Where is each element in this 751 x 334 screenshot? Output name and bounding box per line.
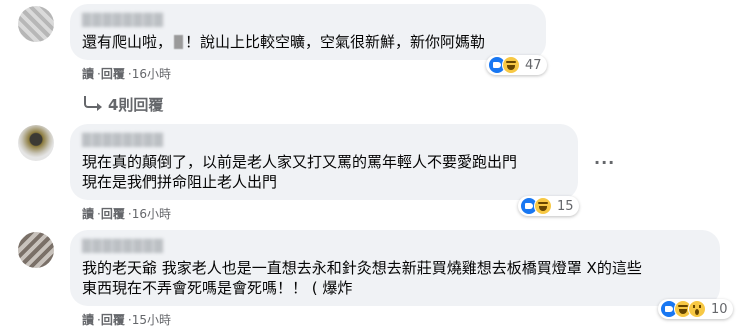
timestamp[interactable]: 16小時 (132, 67, 171, 81)
reply-button[interactable]: 回覆 (101, 313, 125, 327)
more-options-icon[interactable]: ··· (594, 153, 615, 172)
reaction-summary[interactable]: 15 (518, 196, 579, 216)
read-button[interactable]: 讀 (82, 313, 94, 327)
avatar[interactable] (18, 6, 54, 42)
wow-icon (688, 300, 706, 318)
reaction-count: 47 (525, 57, 542, 73)
author-name[interactable]: ████████ (82, 132, 566, 148)
redacted-mark (174, 35, 184, 49)
comment-bubble: ████████ 我的老天爺 我家老人也是一直想去永和針灸想去新莊買燒雞想去板橋… (70, 230, 720, 306)
view-replies-link[interactable]: 4則回覆 (84, 94, 163, 115)
timestamp[interactable]: 16小時 (132, 207, 171, 221)
haha-icon (534, 197, 552, 215)
comment-actions: 讀 ·回覆 ·16小時 (82, 66, 171, 82)
read-button[interactable]: 讀 (82, 67, 94, 81)
author-name[interactable]: ████████ (82, 12, 534, 28)
reply-button[interactable]: 回覆 (101, 207, 125, 221)
comment-text: 我的老天爺 我家老人也是一直想去永和針灸想去新莊買燒雞想去板橋買燈罩 X的這些 … (82, 259, 642, 297)
comment-bubble: ████████ 現在真的顛倒了，以前是老人家又打又罵的罵年輕人不要愛跑出門 現… (70, 124, 578, 200)
reaction-count: 15 (557, 198, 574, 214)
reaction-count: 10 (711, 301, 728, 317)
avatar[interactable] (18, 125, 54, 161)
haha-icon (502, 56, 520, 74)
comment-text: 還有爬山啦， ！說山上比較空曠，空氣很新鮮，新你阿媽勒 (82, 33, 486, 51)
reply-button[interactable]: 回覆 (101, 67, 125, 81)
author-name[interactable]: ████████ (82, 238, 708, 254)
reaction-summary[interactable]: 47 (486, 55, 547, 75)
replies-count-label: 4則回覆 (108, 96, 164, 114)
comment-actions: 讀 ·回覆 ·16小時 (82, 206, 171, 222)
reaction-summary[interactable]: 10 (658, 299, 733, 319)
timestamp[interactable]: 15小時 (132, 313, 171, 327)
reply-arrow-icon (84, 95, 102, 111)
comment-actions: 讀 ·回覆 ·15小時 (82, 312, 171, 328)
comment-text: 現在真的顛倒了，以前是老人家又打又罵的罵年輕人不要愛跑出門 現在是我們拼命阻止老… (82, 153, 518, 191)
read-button[interactable]: 讀 (82, 207, 94, 221)
avatar[interactable] (18, 232, 54, 268)
comment-bubble: ████████ 還有爬山啦， ！說山上比較空曠，空氣很新鮮，新你阿媽勒 (70, 4, 546, 60)
